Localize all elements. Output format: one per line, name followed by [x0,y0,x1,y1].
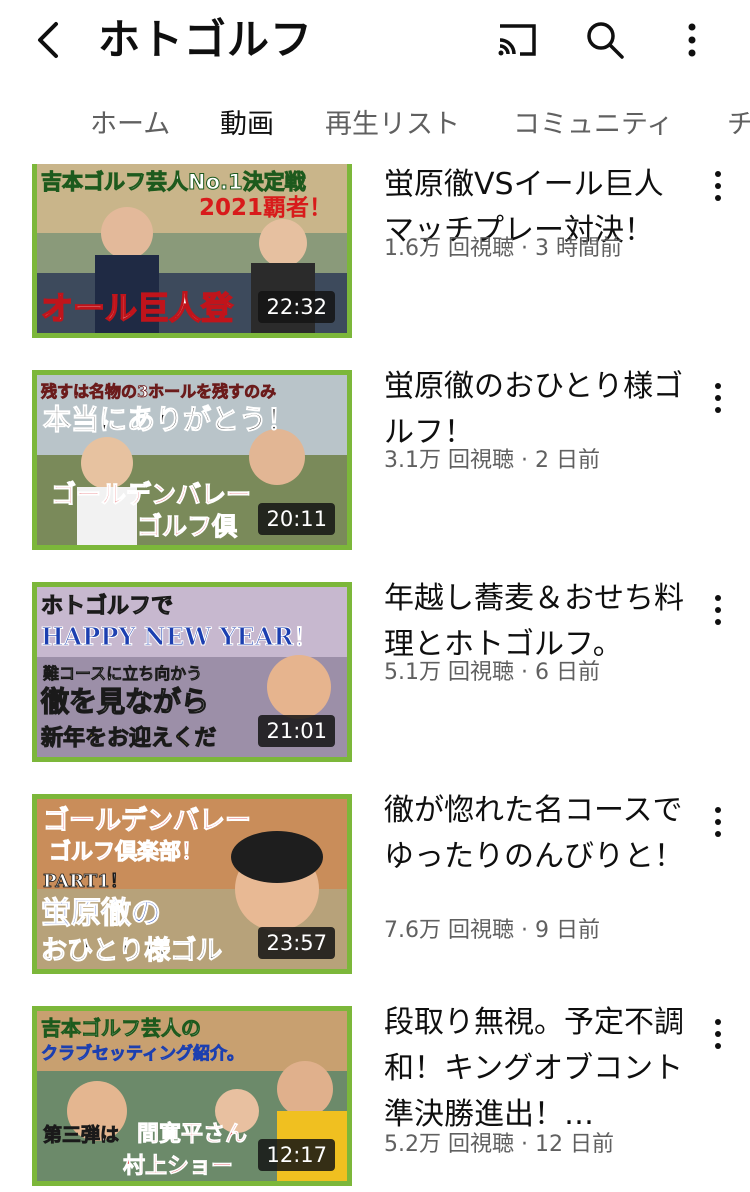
tab-channels[interactable]: チ [727,108,750,142]
video-list: 吉本ゴルフ芸人No.1決定戦 2021覇者！ オール巨人登 22:32 蛍原徹V… [0,164,750,1192]
view-count: 5.1万 回視聴 [384,660,514,685]
more-vert-icon[interactable] [704,590,732,630]
more-vert-icon[interactable] [704,802,732,842]
tab-playlists[interactable]: 再生リスト [325,108,460,142]
thumbnail-text: 吉本ゴルフ芸人の [41,1016,201,1040]
thumbnail-text: クラブセッティング紹介。 [41,1043,244,1064]
thumbnail-text: ゴルフ倶 [137,512,238,541]
video-duration: 20:11 [258,503,335,535]
back-arrow-icon[interactable] [28,18,72,62]
more-vert-icon[interactable] [704,378,732,418]
video-title[interactable]: 徹が惚れた名コースでゆったりのんびりと！ [384,788,684,880]
thumbnail-text: 残すは名物の3ホールを残すのみ [41,382,276,401]
thumbnail-text: PART1！ [43,871,128,892]
video-meta: 5.2万 回視聴 · 12 日前 [384,1132,614,1157]
video-meta: 1.6万 回視聴 · 3 時間前 [384,236,622,261]
tab-community[interactable]: コミュニティ [513,108,673,142]
thumbnail-text: オール巨人登 [41,289,234,327]
thumbnail-text: 第三弾は [43,1123,119,1146]
video-duration: 23:57 [258,927,335,959]
thumbnail-text: ゴールデンバレー [51,480,251,509]
video-item[interactable]: 吉本ゴルフ芸人の クラブセッティング紹介。 第三弾は 間寛平さん 村上ショー 1… [0,1005,750,1192]
app-bar: ホトゴルフ [0,0,750,82]
more-vert-icon[interactable] [704,1014,732,1054]
view-count: 7.6万 回視聴 [384,918,514,943]
view-count: 1.6万 回視聴 [384,236,514,261]
thumbnail-text: HAPPY NEW YEAR！ [41,622,317,651]
more-vert-icon[interactable] [676,18,708,62]
channel-title: ホトゴルフ [98,15,314,64]
video-title[interactable]: 段取り無視。予定不調和！キングオブコント準決勝進出！… [384,1000,684,1138]
thumbnail-text: 2021覇者！ [199,195,332,221]
video-item[interactable]: ゴールデンバレー ゴルフ倶楽部！ PART1！ 蛍原徹の おひとり様ゴル 23:… [0,793,750,1006]
thumbnail-text: おひとり様ゴル [41,935,222,966]
channel-tabs: ホーム 動画 再生リスト コミュニティ チ [0,82,750,164]
video-meta: 3.1万 回視聴 · 2 日前 [384,448,600,473]
thumbnail-text: 村上ショー [123,1154,233,1179]
upload-age: 2 日前 [534,448,600,473]
video-item[interactable]: 吉本ゴルフ芸人No.1決定戦 2021覇者！ オール巨人登 22:32 蛍原徹V… [0,164,750,370]
cast-icon[interactable] [494,20,540,60]
video-meta: 5.1万 回視聴 · 6 日前 [384,660,600,685]
video-title[interactable]: 年越し蕎麦＆おせち料理とホトゴルフ。 [384,576,684,668]
video-thumbnail[interactable]: 残すは名物の3ホールを残すのみ 本当にありがとう！ ゴールデンバレー ゴルフ倶 … [32,370,352,550]
thumbnail-text: ゴルフ倶楽部！ [49,839,203,865]
video-thumbnail[interactable]: 吉本ゴルフ芸人の クラブセッティング紹介。 第三弾は 間寛平さん 村上ショー 1… [32,1006,352,1186]
thumbnail-text: 徹を見ながら [40,685,209,718]
video-thumbnail[interactable]: ホトゴルフで HAPPY NEW YEAR！ 難コースに立ち向かう 徹を見ながら… [32,582,352,762]
video-duration: 22:32 [258,291,335,323]
thumbnail-text: ホトゴルフで [41,593,173,619]
tab-home[interactable]: ホーム [90,108,170,142]
tab-videos[interactable]: 動画 [220,108,274,142]
thumbnail-text: 蛍原徹の [41,896,161,931]
view-count: 5.2万 回視聴 [384,1132,514,1157]
thumbnail-text: 新年をお迎えくだ [41,725,216,751]
upload-age: 6 日前 [534,660,600,685]
thumbnail-text: 本当にありがとう！ [43,403,295,436]
video-duration: 21:01 [258,715,335,747]
thumbnail-text: 吉本ゴルフ芸人No.1決定戦 [41,170,306,194]
video-duration: 12:17 [258,1139,335,1171]
video-title[interactable]: 蛍原徹のおひとり様ゴルフ！ [384,364,684,456]
thumbnail-text: 難コースに立ち向かう [43,664,202,683]
view-count: 3.1万 回視聴 [384,448,514,473]
video-thumbnail[interactable]: 吉本ゴルフ芸人No.1決定戦 2021覇者！ オール巨人登 22:32 [32,164,352,338]
video-thumbnail[interactable]: ゴールデンバレー ゴルフ倶楽部！ PART1！ 蛍原徹の おひとり様ゴル 23:… [32,794,352,974]
upload-age: 3 時間前 [534,236,622,261]
search-icon[interactable] [583,18,627,62]
video-meta: 7.6万 回視聴 · 9 日前 [384,918,600,943]
video-item[interactable]: 残すは名物の3ホールを残すのみ 本当にありがとう！ ゴールデンバレー ゴルフ倶 … [0,369,750,582]
upload-age: 12 日前 [534,1132,614,1157]
video-item[interactable]: ホトゴルフで HAPPY NEW YEAR！ 難コースに立ち向かう 徹を見ながら… [0,581,750,794]
upload-age: 9 日前 [534,918,600,943]
more-vert-icon[interactable] [704,166,732,206]
thumbnail-text: ゴールデンバレー [43,805,251,836]
thumbnail-text: 間寛平さん [137,1121,247,1147]
